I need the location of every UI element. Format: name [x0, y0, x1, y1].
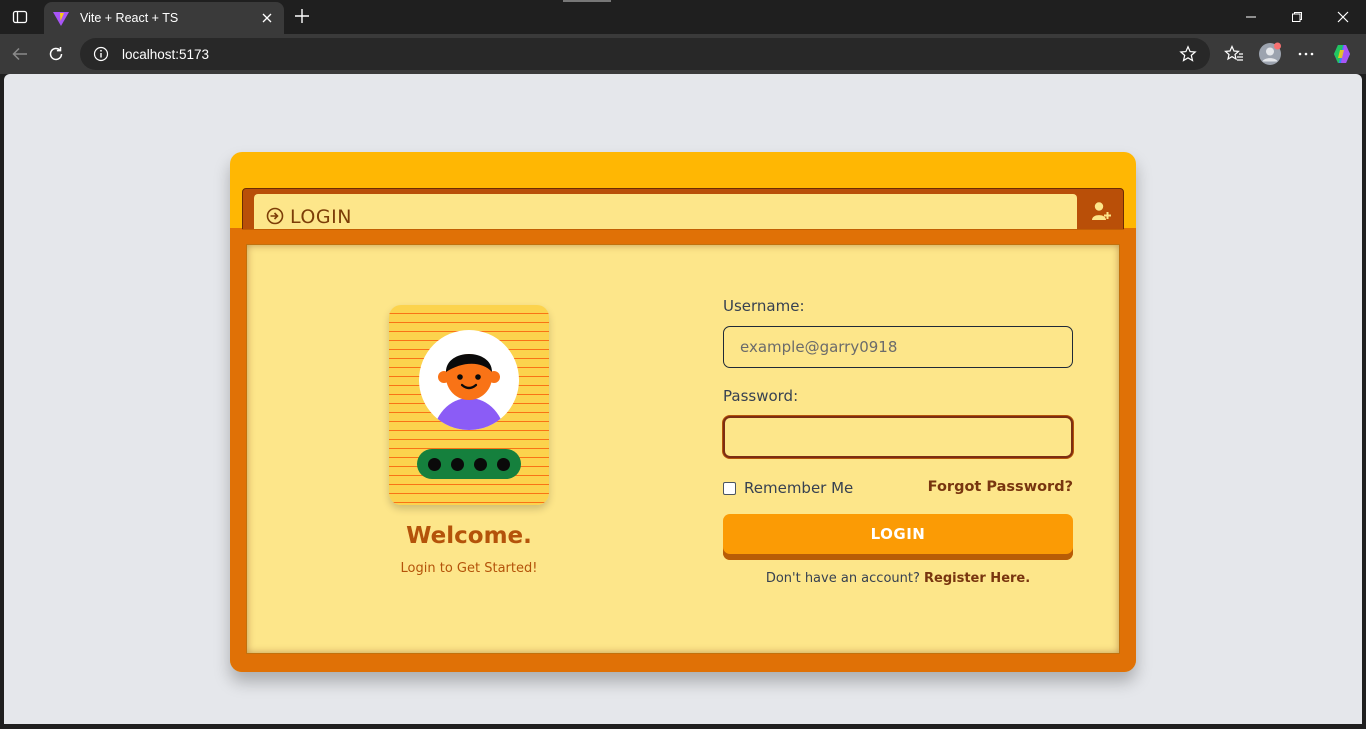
sidebar-icon[interactable]	[8, 6, 32, 28]
address-bar[interactable]: localhost:5173	[80, 38, 1210, 70]
password-dot	[451, 457, 464, 471]
window-close-icon[interactable]	[1328, 4, 1358, 30]
password-dot	[428, 457, 441, 471]
login-button-label: LOGIN	[870, 525, 926, 543]
id-badge-illustration	[389, 305, 549, 505]
card-divider	[242, 229, 1124, 243]
remember-checkbox[interactable]	[723, 481, 736, 495]
star-icon[interactable]	[1178, 44, 1198, 64]
tab-title: Vite + React + TS	[80, 11, 179, 25]
browser-titlebar: Vite + React + TS	[0, 0, 1366, 34]
close-icon[interactable]	[258, 9, 276, 27]
info-icon[interactable]	[92, 45, 110, 63]
forgot-password-link[interactable]: Forgot Password?	[917, 479, 1073, 495]
username-label: Username:	[723, 297, 805, 315]
profile-icon[interactable]	[1258, 42, 1282, 66]
browser-toolbar: localhost:5173	[0, 34, 1366, 74]
welcome-title: Welcome.	[406, 523, 532, 549]
login-button[interactable]: LOGIN	[723, 514, 1073, 560]
reload-icon[interactable]	[44, 42, 68, 66]
more-icon[interactable]	[1294, 42, 1318, 66]
username-input[interactable]	[723, 326, 1073, 368]
login-card: LOGIN Welcome. Login to Get Started! Use…	[230, 152, 1136, 672]
window-bottom-edge	[0, 724, 1366, 729]
password-input[interactable]	[723, 416, 1073, 458]
card-header: LOGIN	[242, 188, 1124, 234]
register-link[interactable]: Register Here.	[924, 571, 1030, 586]
plus-icon[interactable]	[291, 5, 313, 27]
browser-tab[interactable]: Vite + React + TS	[44, 2, 284, 34]
password-dots	[417, 449, 521, 479]
header-title: LOGIN	[290, 206, 352, 228]
favorites-icon[interactable]	[1222, 42, 1246, 66]
vite-logo-icon	[52, 9, 70, 27]
remember-label[interactable]: Remember Me	[744, 479, 853, 497]
signup-prompt: Don't have an account?	[765, 571, 925, 586]
user-plus-icon[interactable]	[1089, 199, 1113, 223]
titlebar-notch	[563, 0, 611, 2]
header-title-field: LOGIN	[254, 194, 1077, 234]
signup-row: Don't have an account? Register Here.	[723, 571, 1073, 586]
login-arrow-icon	[266, 207, 284, 225]
password-label: Password:	[723, 387, 799, 405]
minimize-icon[interactable]	[1236, 4, 1266, 30]
restore-icon[interactable]	[1282, 4, 1312, 30]
password-dot	[497, 457, 510, 471]
avatar	[419, 330, 519, 430]
page-viewport: LOGIN Welcome. Login to Get Started! Use…	[4, 74, 1362, 724]
remember-me[interactable]: Remember Me	[723, 479, 853, 497]
login-panel: Welcome. Login to Get Started! Username:…	[246, 244, 1120, 654]
copilot-icon[interactable]	[1330, 42, 1354, 66]
welcome-subtitle: Login to Get Started!	[400, 561, 538, 576]
url-text[interactable]: localhost:5173	[122, 47, 1178, 62]
back-arrow-icon[interactable]	[8, 42, 32, 66]
password-dot	[474, 457, 487, 471]
